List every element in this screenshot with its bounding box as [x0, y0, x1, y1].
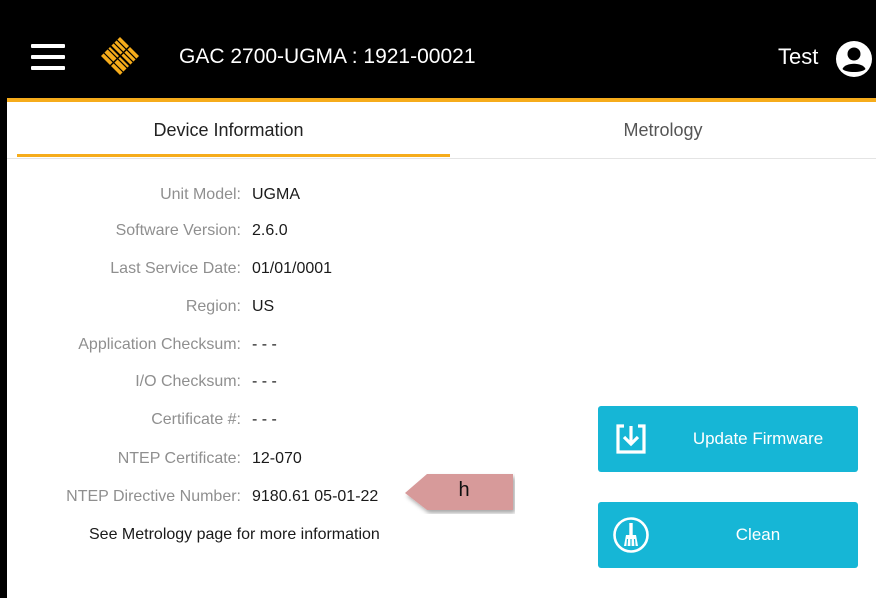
- top-bar: GAC 2700-UGMA : 1921-00021 Test: [7, 16, 876, 98]
- broom-icon: [613, 517, 649, 553]
- download-icon: [616, 424, 646, 454]
- screen-frame: GAC 2700-UGMA : 1921-00021 Test Device I…: [0, 0, 876, 598]
- info-value: 2.6.0: [252, 222, 288, 239]
- info-row-ntep-directive-number: NTEP Directive Number: 9180.61 05-01-22: [7, 484, 607, 512]
- info-row-application-checksum: Application Checksum: - - -: [7, 332, 607, 360]
- info-row-region: Region: US: [7, 294, 607, 322]
- info-value: UGMA: [252, 186, 300, 203]
- clean-button[interactable]: Clean: [598, 502, 858, 568]
- info-value: - - -: [252, 373, 277, 390]
- active-tab-indicator: [17, 154, 450, 157]
- info-label: Application Checksum:: [78, 336, 241, 353]
- clean-label: Clean: [735, 525, 781, 544]
- gac-logo-icon: [101, 37, 141, 77]
- hamburger-menu-icon[interactable]: [31, 44, 65, 70]
- info-label: Certificate #:: [151, 411, 241, 428]
- info-label: I/O Checksum:: [135, 373, 241, 390]
- info-value: - - -: [252, 411, 277, 428]
- info-row-io-checksum: I/O Checksum: - - -: [7, 369, 607, 397]
- info-value: 12-070: [252, 450, 302, 467]
- see-metrology-text: See Metrology page for more information: [89, 526, 380, 543]
- info-row-unit-model: Unit Model: UGMA: [7, 182, 607, 210]
- info-row-software-version: Software Version: 2.6.0: [7, 218, 607, 246]
- app-title: GAC 2700-UGMA : 1921-00021: [179, 45, 476, 68]
- info-label: NTEP Directive Number:: [66, 488, 241, 505]
- info-value: US: [252, 298, 275, 315]
- annotation-label: h: [458, 479, 470, 501]
- user-name[interactable]: Test: [778, 44, 818, 70]
- tab-device-information[interactable]: Device Information: [7, 102, 450, 158]
- user-account-icon[interactable]: [835, 40, 873, 78]
- info-label: Last Service Date:: [110, 260, 241, 277]
- app-window: GAC 2700-UGMA : 1921-00021 Test Device I…: [7, 16, 876, 598]
- info-label: Region:: [185, 298, 241, 315]
- tab-metrology[interactable]: Metrology: [450, 102, 876, 158]
- info-label: NTEP Certificate:: [117, 450, 241, 467]
- info-value: 9180.61 05-01-22: [252, 488, 379, 505]
- info-value: - - -: [252, 336, 277, 353]
- info-value: 01/01/0001: [252, 260, 333, 277]
- info-label: Software Version:: [115, 222, 241, 239]
- info-row-ntep-certificate: NTEP Certificate: 12-070: [7, 446, 607, 474]
- update-firmware-label: Update Firmware: [692, 429, 824, 448]
- update-firmware-button[interactable]: Update Firmware: [598, 406, 858, 472]
- info-label: Unit Model:: [160, 186, 241, 203]
- tab-bar: Device Information Metrology: [7, 102, 876, 159]
- info-row-certificate: Certificate #: - - -: [7, 407, 607, 435]
- info-row-last-service-date: Last Service Date: 01/01/0001: [7, 256, 607, 284]
